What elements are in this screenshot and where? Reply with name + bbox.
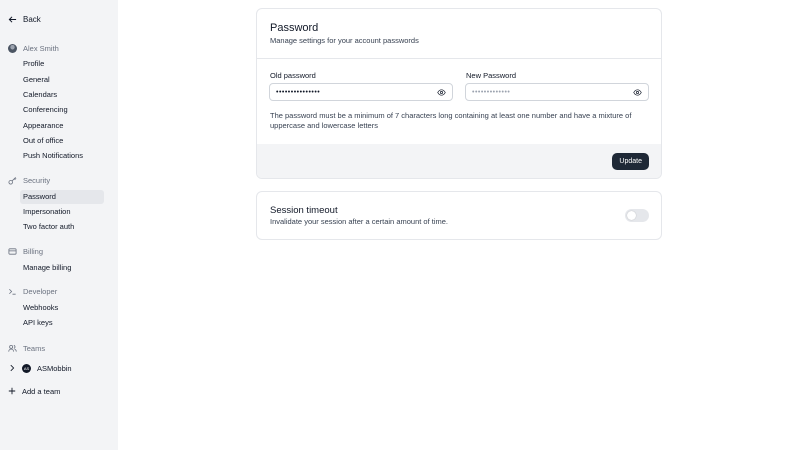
developer-section-header: Developer: [8, 285, 57, 297]
user-name: Alex Smith: [23, 43, 59, 53]
sidebar-item-webhooks[interactable]: Webhooks: [20, 301, 104, 315]
password-subtitle: Manage settings for your account passwor…: [270, 36, 419, 45]
session-timeout-subtitle: Invalidate your session after a certain …: [270, 217, 449, 226]
password-title: Password: [270, 22, 319, 34]
key-icon: [8, 176, 17, 185]
sidebar-item-conferencing[interactable]: Conferencing: [20, 103, 104, 117]
terminal-icon: [9, 288, 16, 295]
new-password-input[interactable]: [472, 88, 632, 96]
sidebar-item-general[interactable]: General: [20, 73, 104, 87]
back-label: Back: [23, 14, 41, 24]
add-team-label: Add a team: [22, 386, 61, 396]
teams-section-header: Teams: [8, 342, 45, 354]
card-footer: Update: [257, 144, 661, 178]
session-timeout-toggle[interactable]: [625, 209, 649, 222]
sidebar-item-push-notifications[interactable]: Push Notifications: [20, 149, 104, 163]
password-card: Password Manage settings for your accoun…: [256, 8, 662, 179]
security-section-header: Security: [8, 174, 50, 186]
divider: [257, 58, 661, 59]
sidebar-item-calendars[interactable]: Calendars: [20, 88, 104, 102]
sidebar-item-profile[interactable]: Profile: [20, 57, 104, 71]
billing-section-header: Billing: [8, 245, 43, 257]
old-password-input[interactable]: [276, 88, 436, 96]
team-asmobbin[interactable]: AS ASMobbin: [8, 361, 72, 375]
developer-label: Developer: [23, 286, 58, 296]
team-name: ASMobbin: [37, 363, 72, 373]
avatar: [8, 43, 17, 53]
plus-icon: [8, 387, 16, 395]
password-requirements-note: The password must be a minimum of 7 char…: [270, 111, 632, 130]
back-button[interactable]: Back: [8, 12, 41, 26]
update-button[interactable]: Update: [612, 153, 649, 170]
sidebar-item-impersonation[interactable]: Impersonation: [20, 205, 104, 219]
old-password-field: [269, 83, 453, 101]
user-section-header: Alex Smith: [8, 42, 59, 54]
credit-card-icon: [8, 247, 17, 255]
eye-icon[interactable]: [436, 87, 446, 97]
users-icon: [8, 344, 17, 352]
security-label: Security: [23, 175, 51, 185]
eye-icon[interactable]: [632, 87, 642, 97]
sidebar-item-out-of-office[interactable]: Out of office: [20, 134, 104, 148]
arrow-left-icon: [8, 15, 17, 23]
sidebar-item-api-keys[interactable]: API keys: [20, 316, 104, 330]
sidebar-item-appearance[interactable]: Appearance: [20, 119, 104, 133]
toggle-knob: [627, 211, 636, 220]
old-password-label: Old password: [270, 71, 316, 80]
add-team-button[interactable]: Add a team: [8, 384, 60, 398]
billing-label: Billing: [23, 246, 44, 256]
sidebar-item-manage-billing[interactable]: Manage billing: [20, 261, 104, 275]
session-timeout-title: Session timeout: [270, 205, 338, 216]
session-timeout-card: Session timeout Invalidate your session …: [256, 191, 662, 240]
team-logo: AS: [22, 363, 31, 373]
sidebar-item-two-factor-auth[interactable]: Two factor auth: [20, 220, 104, 234]
sidebar: Back Alex Smith Profile General Calendar…: [0, 0, 118, 450]
new-password-label: New Password: [466, 71, 517, 80]
chevron-right-icon: [10, 364, 15, 372]
sidebar-item-password[interactable]: Password: [20, 190, 104, 204]
teams-label: Teams: [23, 343, 46, 353]
new-password-field: [465, 83, 649, 101]
